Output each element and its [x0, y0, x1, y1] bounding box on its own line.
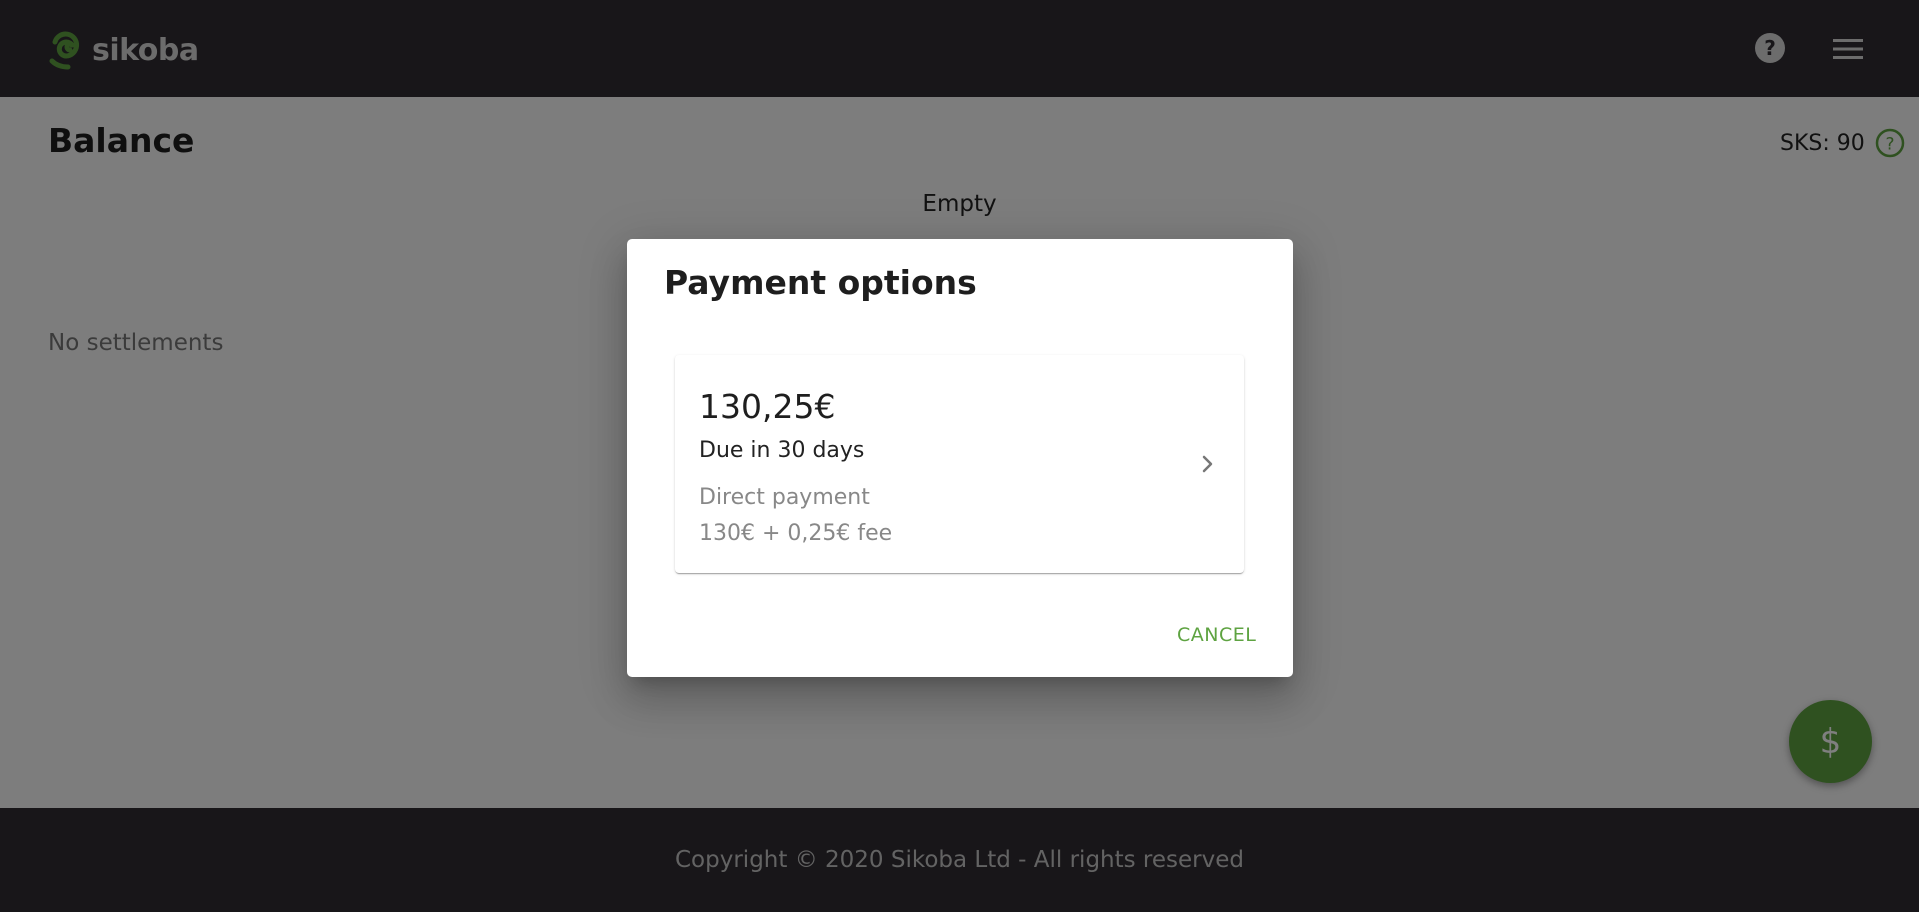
option-fee: 130€ + 0,25€ fee [699, 521, 893, 546]
option-due: Due in 30 days [699, 438, 865, 463]
payment-option-card[interactable]: 130,25€ Due in 30 days Direct payment 13… [675, 355, 1244, 573]
dialog-title: Payment options [664, 263, 977, 302]
chevron-right-icon [1202, 455, 1213, 473]
option-amount: 130,25€ [699, 387, 836, 426]
option-method: Direct payment [699, 485, 870, 510]
payment-options-dialog: Payment options 130,25€ Due in 30 days D… [627, 239, 1293, 677]
cancel-button[interactable]: CANCEL [1177, 624, 1256, 646]
